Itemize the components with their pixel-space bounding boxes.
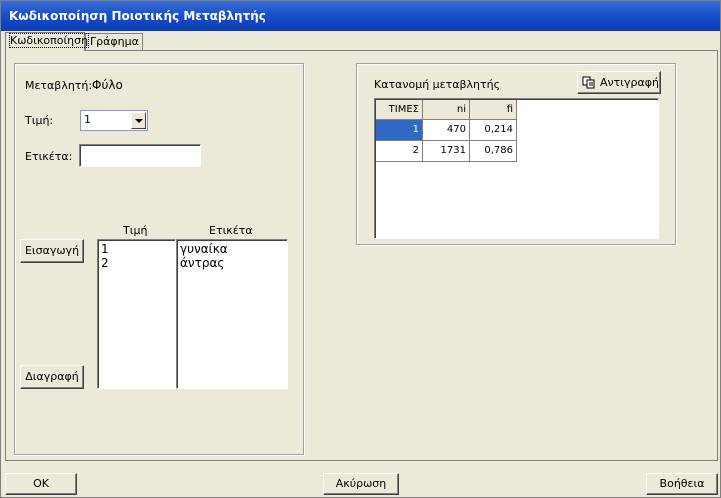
list-item[interactable]: γυναίκα <box>180 242 228 256</box>
list-item[interactable]: 1 <box>101 242 109 256</box>
grid-header-fi: fi <box>470 100 517 120</box>
grid-cell-ni[interactable]: 1731 <box>423 141 470 162</box>
copy-button[interactable]: Αντιγραφή <box>577 71 661 94</box>
tags-list[interactable]: γυναίκα άντρας <box>176 239 288 389</box>
cancel-button[interactable]: Ακύρωση <box>323 473 399 495</box>
col-tag-header: Ετικέτα <box>209 224 253 237</box>
grid-header-values: ΤΙΜΕΣ <box>376 100 423 120</box>
title-bar[interactable]: Κωδικοποίηση Ποιοτικής Μεταβλητής <box>1 1 720 31</box>
value-select[interactable]: 1 <box>80 110 148 131</box>
tab-coding-label: Κωδικοποίηση <box>8 33 90 48</box>
grid-cell-fi[interactable]: 0,214 <box>470 120 517 141</box>
list-item[interactable]: 2 <box>101 256 109 270</box>
tab-panel: Μεταβλητή: Φύλο Τιμή: 1 Ετικέτα: Τιμή Ετ… <box>5 50 718 461</box>
grid-cell-fi[interactable]: 0,786 <box>470 141 517 162</box>
values-list[interactable]: 1 2 <box>97 239 176 389</box>
coding-group: Μεταβλητή: Φύλο Τιμή: 1 Ετικέτα: Τιμή Ετ… <box>14 63 304 455</box>
tab-chart-label: Γράφημα <box>90 35 139 48</box>
distribution-grid[interactable]: ΤΙΜΕΣ ni fi 1 470 0,214 2 1731 0,786 <box>374 98 659 239</box>
window-title: Κωδικοποίηση Ποιοτικής Μεταβλητής <box>9 9 266 23</box>
tab-coding[interactable]: Κωδικοποίηση <box>5 32 90 51</box>
copy-button-label: Αντιγραφή <box>600 76 659 89</box>
list-item[interactable]: άντρας <box>180 256 224 270</box>
dialog-window: Κωδικοποίηση Ποιοτικής Μεταβλητής Κωδικο… <box>0 0 721 498</box>
grid-cell-value[interactable]: 1 <box>376 120 423 141</box>
distribution-group: Κατανομή μεταβλητής Αντιγραφή ΤΙΜΕΣ ni f… <box>356 63 676 245</box>
value-select-dropdown-button[interactable] <box>131 112 146 129</box>
delete-button[interactable]: Διαγραφή <box>20 365 84 389</box>
grid-cell-ni[interactable]: 470 <box>423 120 470 141</box>
tag-input[interactable] <box>79 144 201 167</box>
copy-icon <box>582 76 596 89</box>
tag-label: Ετικέτα: <box>25 150 73 163</box>
tab-chart[interactable]: Γράφημα <box>85 33 143 50</box>
chevron-down-icon <box>135 119 143 123</box>
variable-value: Φύλο <box>92 78 123 92</box>
value-label: Τιμή: <box>25 114 54 127</box>
distribution-title: Κατανομή μεταβλητής <box>374 78 501 91</box>
insert-button[interactable]: Εισαγωγή <box>20 239 84 263</box>
col-value-header: Τιμή <box>123 224 148 237</box>
grid-cell-value[interactable]: 2 <box>376 141 423 162</box>
help-button[interactable]: Βοήθεια <box>646 473 718 495</box>
value-select-value: 1 <box>84 113 91 126</box>
ok-button[interactable]: OK <box>5 473 77 495</box>
grid-header-ni: ni <box>423 100 470 120</box>
variable-label: Μεταβλητή: <box>25 79 93 92</box>
